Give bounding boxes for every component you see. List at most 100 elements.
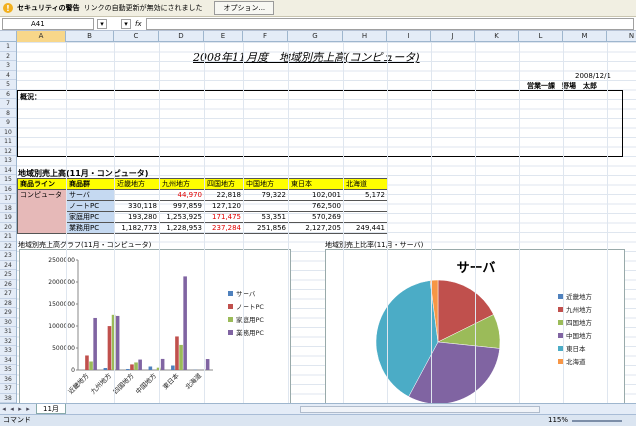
row-header-23[interactable]: 23 — [0, 251, 16, 261]
value-cell[interactable]: 1,253,925 — [159, 211, 205, 223]
column-header-J[interactable]: J — [431, 31, 475, 42]
row-header-26[interactable]: 26 — [0, 280, 16, 289]
value-cell[interactable]: 249,441 — [343, 222, 388, 234]
row-header-18[interactable]: 18 — [0, 204, 16, 213]
row-header-38[interactable]: 38 — [0, 394, 16, 403]
options-button[interactable]: オプション... — [214, 1, 275, 15]
value-cell[interactable] — [114, 189, 160, 201]
row-header-21[interactable]: 21 — [0, 232, 16, 242]
row-header-7[interactable]: 7 — [0, 99, 16, 109]
header-cell[interactable]: 商品群 — [66, 178, 115, 190]
overview-box[interactable]: 概況： — [17, 90, 623, 157]
row-header-19[interactable]: 19 — [0, 213, 16, 223]
column-header-G[interactable]: G — [288, 31, 343, 42]
row-header-6[interactable]: 6 — [0, 90, 16, 99]
row-header-20[interactable]: 20 — [0, 223, 16, 232]
group-cell[interactable]: 家庭用PC — [66, 211, 115, 223]
value-cell[interactable]: 330,118 — [114, 200, 160, 212]
column-header-F[interactable]: F — [243, 31, 288, 42]
value-cell[interactable]: 2,127,205 — [288, 222, 344, 234]
value-cell[interactable]: 1,228,953 — [159, 222, 205, 234]
row-header-29[interactable]: 29 — [0, 308, 16, 318]
row-header-30[interactable]: 30 — [0, 318, 16, 327]
header-cell[interactable]: 東日本 — [288, 178, 344, 190]
column-header-A[interactable]: A — [17, 31, 66, 42]
row-header-2[interactable]: 2 — [0, 52, 16, 61]
value-cell[interactable]: 237,284 — [204, 222, 244, 234]
column-header-D[interactable]: D — [159, 31, 204, 42]
row-header-5[interactable]: 5 — [0, 80, 16, 90]
row-header-37[interactable]: 37 — [0, 384, 16, 394]
zoom-level[interactable]: 115% — [548, 415, 568, 426]
value-cell[interactable]: 1,182,773 — [114, 222, 160, 234]
column-header-K[interactable]: K — [475, 31, 519, 42]
header-cell[interactable]: 商品ライン — [17, 178, 67, 190]
value-cell[interactable]: 997,859 — [159, 200, 205, 212]
bar-chart[interactable]: 0 500000 1000000 1500000 2000000 2500000 近畿地方九… — [19, 249, 291, 403]
value-cell[interactable]: 171,475 — [204, 211, 244, 223]
last-sheet-icon[interactable]: ▸ — [24, 405, 32, 413]
value-cell[interactable]: 251,856 — [243, 222, 289, 234]
value-cell[interactable]: 102,001 — [288, 189, 344, 201]
header-cell[interactable]: 四国地方 — [204, 178, 244, 190]
row-header-27[interactable]: 27 — [0, 289, 16, 299]
name-box[interactable]: A41 — [2, 17, 94, 30]
row-header-1[interactable]: 1 — [0, 42, 16, 52]
value-cell[interactable]: 53,351 — [243, 211, 289, 223]
group-cell[interactable]: サーバ — [66, 189, 115, 201]
column-header-L[interactable]: L — [519, 31, 563, 42]
header-cell[interactable]: 中国地方 — [243, 178, 289, 190]
row-header-16[interactable]: 16 — [0, 185, 16, 194]
row-header-4[interactable]: 4 — [0, 71, 16, 80]
row-header-15[interactable]: 15 — [0, 175, 16, 185]
row-header-24[interactable]: 24 — [0, 261, 16, 270]
header-cell[interactable]: 九州地方 — [159, 178, 205, 190]
group-cell[interactable]: ノートPC — [66, 200, 115, 212]
row-header-28[interactable]: 28 — [0, 299, 16, 308]
value-cell[interactable]: 193,280 — [114, 211, 160, 223]
insert-function-icon[interactable]: ▾ — [121, 18, 131, 29]
value-cell[interactable]: 22,818 — [204, 189, 244, 201]
row-header-10[interactable]: 10 — [0, 128, 16, 137]
row-header-14[interactable]: 14 — [0, 166, 16, 175]
value-cell[interactable]: 570,269 — [288, 211, 344, 223]
column-header-N[interactable]: N — [607, 31, 636, 42]
row-header-12[interactable]: 12 — [0, 147, 16, 156]
row-header-35[interactable]: 35 — [0, 365, 16, 375]
column-header-B[interactable]: B — [66, 31, 114, 42]
value-cell[interactable]: 44,970 — [159, 189, 205, 201]
row-header-25[interactable]: 25 — [0, 270, 16, 280]
value-cell[interactable] — [343, 200, 388, 212]
row-header-9[interactable]: 9 — [0, 118, 16, 128]
column-header-H[interactable]: H — [343, 31, 387, 42]
column-header-I[interactable]: I — [387, 31, 431, 42]
row-header-13[interactable]: 13 — [0, 156, 16, 166]
column-header-E[interactable]: E — [204, 31, 243, 42]
row-header-33[interactable]: 33 — [0, 346, 16, 356]
value-cell[interactable]: 762,500 — [288, 200, 344, 212]
value-cell[interactable]: 127,120 — [204, 200, 244, 212]
header-cell[interactable]: 近畿地方 — [114, 178, 160, 190]
product-line-cell[interactable]: コンピュータ — [17, 189, 67, 234]
value-cell[interactable]: 79,322 — [243, 189, 289, 201]
sheet-tab[interactable]: 11月 — [36, 404, 66, 414]
next-sheet-icon[interactable]: ▸ — [16, 405, 24, 413]
row-header-3[interactable]: 3 — [0, 61, 16, 71]
fx-label[interactable]: fx — [135, 20, 142, 28]
row-header-8[interactable]: 8 — [0, 109, 16, 118]
value-cell[interactable]: 5,172 — [343, 189, 388, 201]
formula-input[interactable] — [145, 17, 634, 30]
row-header-31[interactable]: 31 — [0, 327, 16, 337]
value-cell[interactable] — [343, 211, 388, 223]
group-cell[interactable]: 業務用PC — [66, 222, 115, 234]
first-sheet-icon[interactable]: ◂ — [0, 405, 8, 413]
row-header-32[interactable]: 32 — [0, 337, 16, 346]
horizontal-scrollbar[interactable] — [300, 406, 540, 413]
row-header-11[interactable]: 11 — [0, 137, 16, 147]
select-all-corner[interactable] — [0, 31, 17, 42]
row-header-22[interactable]: 22 — [0, 242, 16, 251]
row-header-36[interactable]: 36 — [0, 375, 16, 384]
value-cell[interactable] — [243, 200, 289, 212]
worksheet-grid[interactable]: 2008年11月度 地域別売上高(コンピュータ) 2008/12/1 営業一課 … — [17, 42, 636, 403]
row-header-34[interactable]: 34 — [0, 356, 16, 365]
